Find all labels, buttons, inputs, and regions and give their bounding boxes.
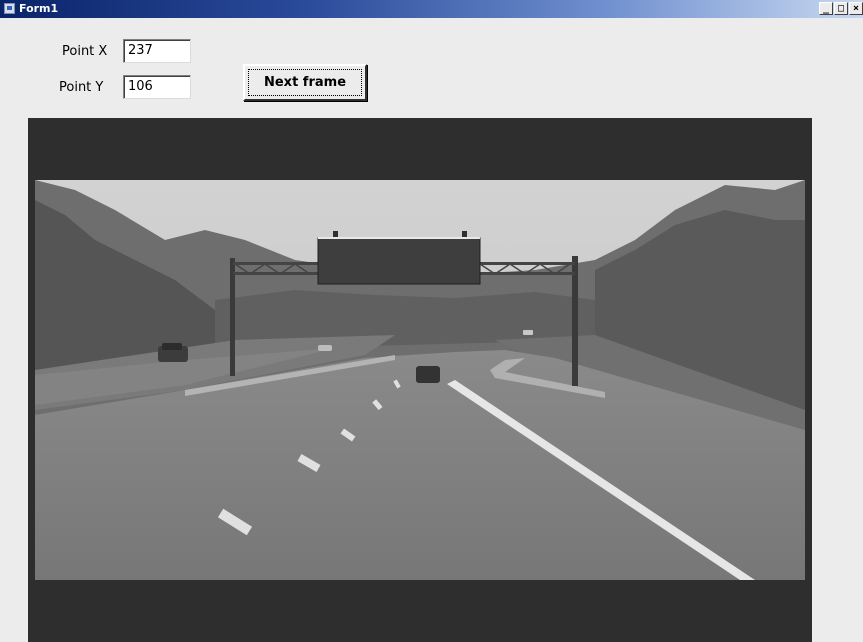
video-frame <box>35 180 805 580</box>
point-x-label: Point X <box>62 44 108 59</box>
point-x-input[interactable]: 237 <box>123 39 191 63</box>
focus-rectangle <box>248 69 362 96</box>
point-y-label: Point Y <box>59 80 104 95</box>
app-icon[interactable] <box>4 3 15 14</box>
maximize-button[interactable]: □ <box>834 2 848 15</box>
title-bar[interactable]: Form1 _ □ × <box>0 0 863 18</box>
point-y-input[interactable]: 106 <box>123 75 191 99</box>
next-frame-button[interactable]: Next frame <box>243 64 367 101</box>
close-button[interactable]: × <box>849 2 863 15</box>
minimize-button[interactable]: _ <box>819 2 833 15</box>
video-picturebox[interactable] <box>28 118 812 642</box>
window-controls: _ □ × <box>819 2 863 15</box>
window-title: Form1 <box>19 2 59 15</box>
